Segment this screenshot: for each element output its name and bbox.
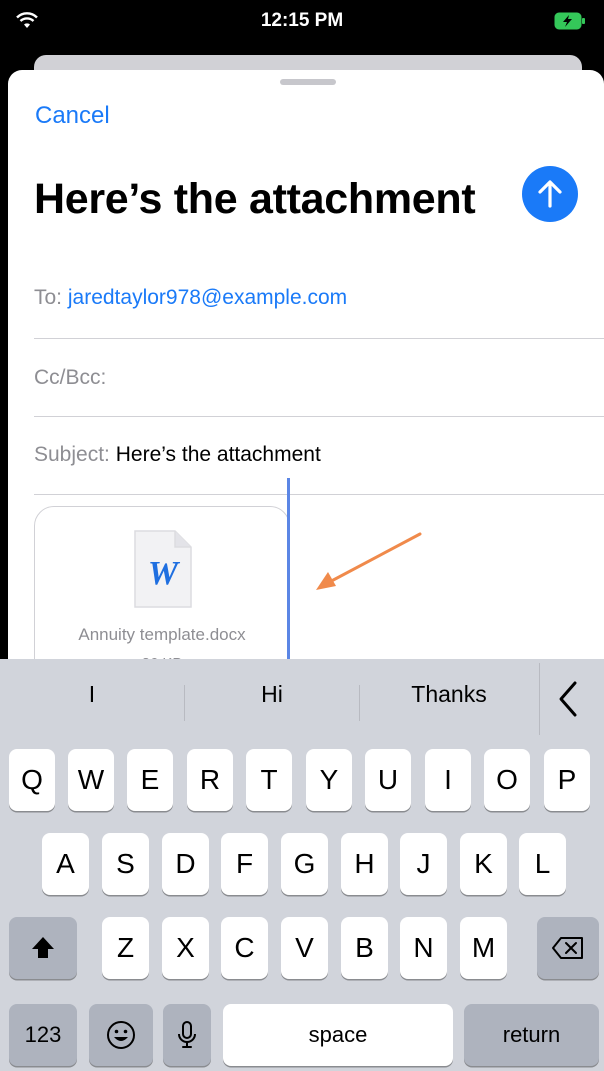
key-b[interactable]: B (341, 917, 388, 979)
suggestion-item[interactable]: I (0, 681, 184, 708)
key-o[interactable]: O (484, 749, 530, 811)
key-j[interactable]: J (400, 833, 447, 895)
key-z[interactable]: Z (102, 917, 149, 979)
return-key[interactable]: return (464, 1004, 599, 1066)
arrow-up-icon (538, 180, 562, 208)
key-x[interactable]: X (162, 917, 209, 979)
send-button[interactable] (522, 166, 578, 222)
sheet-grabber[interactable] (280, 79, 336, 85)
key-f[interactable]: F (221, 833, 268, 895)
key-w[interactable]: W (68, 749, 114, 811)
to-label: To: (34, 286, 63, 309)
key-v[interactable]: V (281, 917, 328, 979)
subject-field[interactable]: Subject: Here’s the attachment (34, 443, 321, 467)
status-bar: 12:15 PM (0, 0, 604, 44)
status-time: 12:15 PM (260, 10, 344, 31)
key-r[interactable]: R (187, 749, 233, 811)
delete-key[interactable] (537, 917, 599, 979)
key-e[interactable]: E (127, 749, 173, 811)
to-recipient[interactable]: jaredtaylor978@example.com (68, 286, 347, 309)
shift-icon (32, 937, 54, 958)
suggestion-bar: I Hi Thanks (0, 659, 604, 739)
divider (539, 663, 540, 735)
numbers-key[interactable]: 123 (9, 1004, 77, 1066)
divider (34, 416, 604, 417)
dictation-key[interactable] (163, 1004, 211, 1066)
divider (34, 494, 604, 495)
suggestion-item[interactable]: Hi (185, 681, 359, 708)
key-d[interactable]: D (162, 833, 209, 895)
compose-title: Here’s the attachment (34, 175, 476, 223)
key-n[interactable]: N (400, 917, 447, 979)
shift-key[interactable] (9, 917, 77, 979)
cc-bcc-field[interactable]: Cc/Bcc: (34, 366, 106, 390)
battery-charging-icon (554, 12, 585, 30)
to-field[interactable]: To: jaredtaylor978@example.com (34, 286, 347, 310)
suggestion-item[interactable]: Thanks (360, 681, 538, 708)
cc-bcc-label: Cc/Bcc: (34, 366, 107, 389)
key-u[interactable]: U (365, 749, 411, 811)
key-s[interactable]: S (102, 833, 149, 895)
key-m[interactable]: M (460, 917, 507, 979)
key-q[interactable]: Q (9, 749, 55, 811)
text-cursor (287, 478, 290, 668)
key-p[interactable]: P (544, 749, 590, 811)
word-icon-letter: W (147, 555, 179, 592)
microphone-icon (178, 1021, 196, 1048)
key-i[interactable]: I (425, 749, 471, 811)
key-a[interactable]: A (42, 833, 89, 895)
chevron-left-icon[interactable] (556, 679, 580, 719)
key-l[interactable]: L (519, 833, 566, 895)
space-key[interactable]: space (223, 1004, 453, 1066)
key-t[interactable]: T (246, 749, 292, 811)
keyboard: I Hi Thanks Q W E R T Y U I O P A S D F … (0, 659, 604, 1071)
key-h[interactable]: H (341, 833, 388, 895)
key-k[interactable]: K (460, 833, 507, 895)
delete-backspace-icon (552, 937, 583, 959)
key-y[interactable]: Y (306, 749, 352, 811)
emoji-key[interactable] (89, 1004, 153, 1066)
attachment-filename: Annuity template.docx (78, 625, 246, 644)
emoji-icon (107, 1021, 135, 1049)
key-c[interactable]: C (221, 917, 268, 979)
pointer-arrow-icon (316, 532, 422, 590)
divider (34, 338, 604, 339)
subject-label: Subject: (34, 443, 110, 466)
subject-value[interactable]: Here’s the attachment (116, 443, 321, 466)
cancel-button[interactable]: Cancel (35, 102, 110, 130)
key-g[interactable]: G (281, 833, 328, 895)
